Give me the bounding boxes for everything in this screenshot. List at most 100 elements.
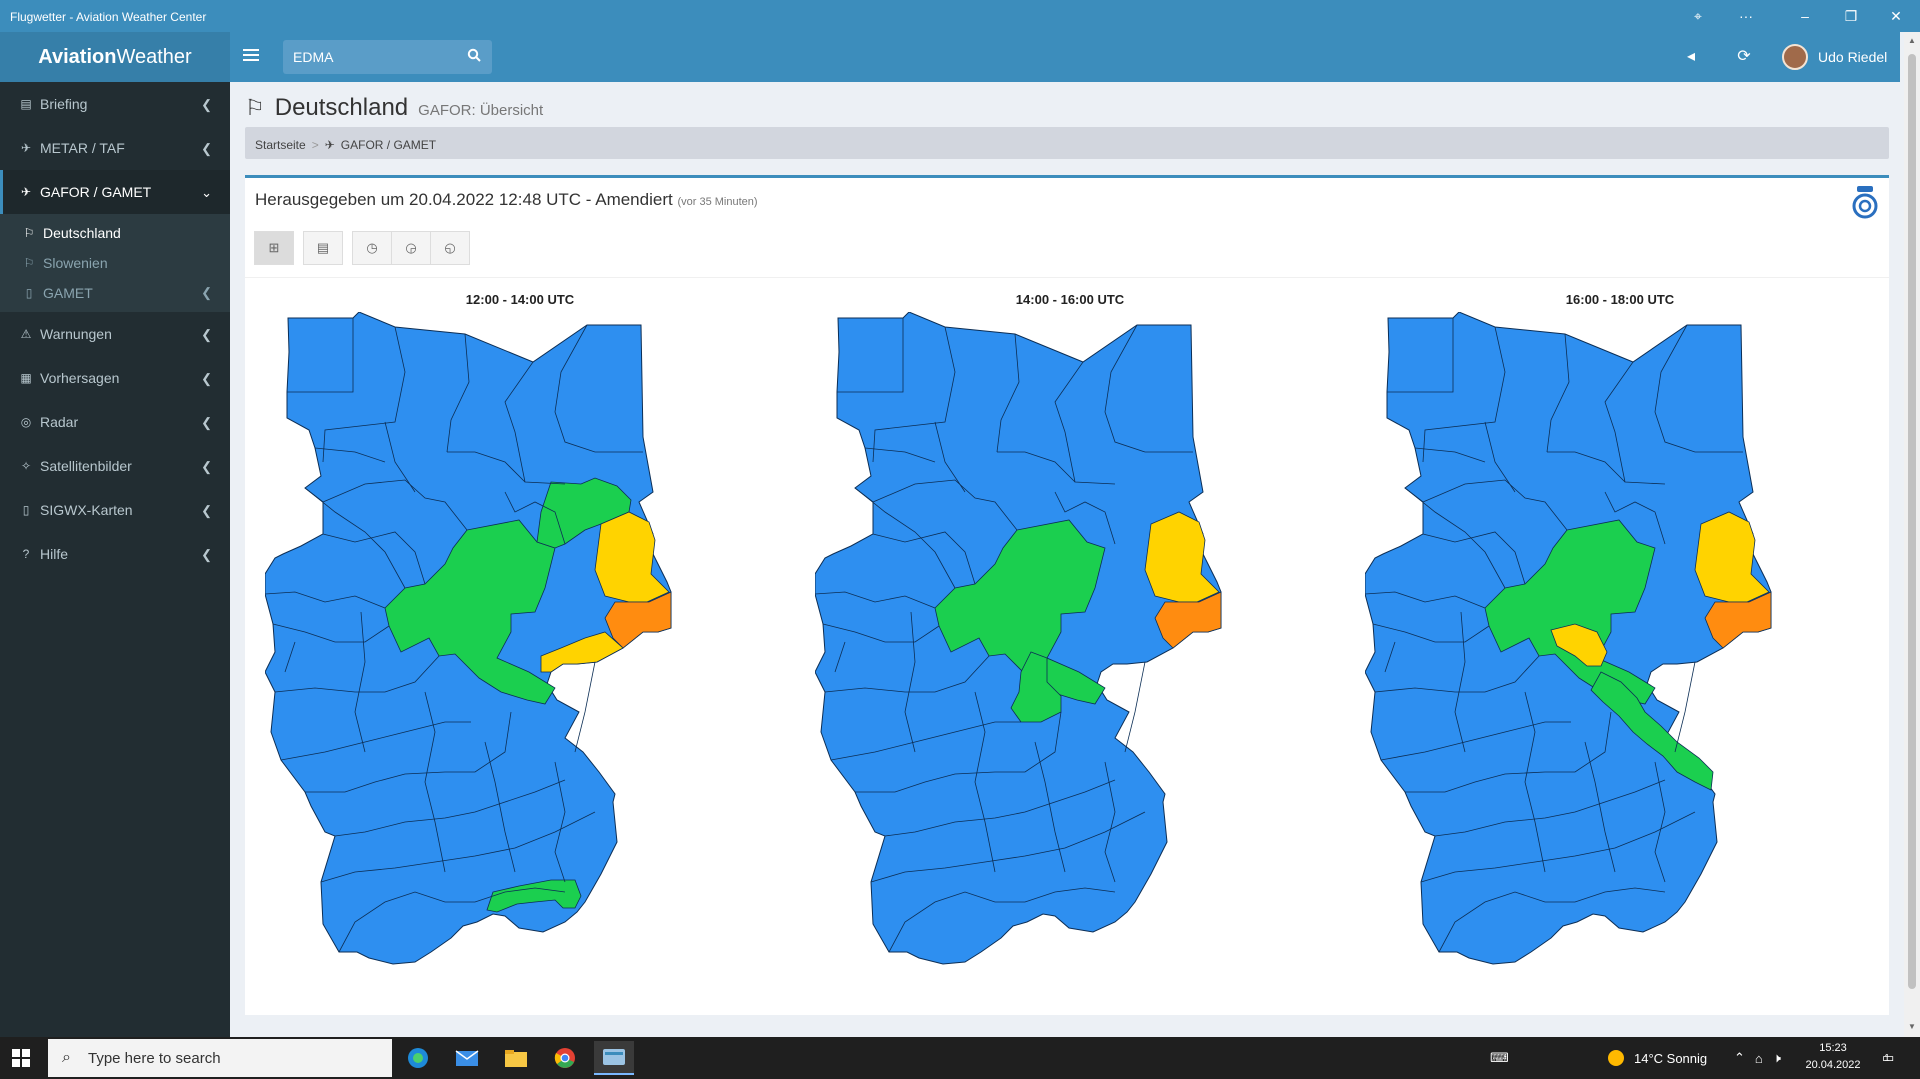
table-view-group: ▤ xyxy=(303,231,343,265)
sidebar-item-vorhersagen[interactable]: ▦ Vorhersagen ❮ xyxy=(0,356,230,400)
mail-icon[interactable] xyxy=(447,1041,487,1075)
calendar-icon: ▦ xyxy=(20,371,32,385)
plane-icon: ✈ xyxy=(20,141,32,155)
flugwetter-app-icon[interactable] xyxy=(594,1041,634,1075)
flag-icon: ⚐ xyxy=(23,226,35,240)
sidebar-item-label: Warnungen xyxy=(40,326,112,342)
taskbar-clock[interactable]: 15:23 20.04.2022 xyxy=(1790,1040,1876,1074)
edge-icon[interactable] xyxy=(398,1041,438,1075)
breadcrumb-separator: > xyxy=(311,138,319,152)
sun-icon xyxy=(1608,1050,1624,1066)
sidebar-subitem-deutschland[interactable]: ⚐ Deutschland xyxy=(0,218,230,248)
vertical-scrollbar[interactable]: ▲ ▼ xyxy=(1904,32,1920,1037)
sidebar-item-satellitenbilder[interactable]: ✧ Satellitenbilder ❮ xyxy=(0,444,230,488)
sidebar: ▤ Briefing ❮ ✈ METAR / TAF ❮ ✈ GAFOR / GAMET ⌄… xyxy=(0,82,230,1037)
page-title: Deutschland xyxy=(274,94,409,121)
divider xyxy=(245,277,1889,278)
search-icon[interactable] xyxy=(456,40,492,74)
breadcrumb-home[interactable]: Startseite xyxy=(255,138,306,152)
gafor-area-east[interactable] xyxy=(594,511,670,603)
sidebar-item-warnungen[interactable]: ⚠ Warnungen ❮ xyxy=(0,312,230,356)
sidebar-item-radar[interactable]: ◎ Radar ❮ xyxy=(0,400,230,444)
gafor-area-east[interactable] xyxy=(1144,511,1220,603)
gafor-region-border xyxy=(1674,661,1696,753)
gafor-map[interactable] xyxy=(265,312,775,1002)
gafor-panel-2: 14:00 - 16:00 UTC xyxy=(795,292,1345,1007)
flag-icon: ⚐ xyxy=(23,256,35,270)
map-icon: ▯ xyxy=(22,503,30,517)
issued-note: (vor 35 Minuten) xyxy=(677,196,758,208)
gafor-map[interactable] xyxy=(1365,312,1875,1002)
restore-button[interactable]: ❐ xyxy=(1836,6,1866,26)
grid-view-button[interactable]: ⊞ xyxy=(254,231,294,265)
sidebar-item-sigwx-karten[interactable]: ▯ SIGWX-Karten ❮ xyxy=(0,488,230,532)
clock-3-button[interactable]: ◵ xyxy=(430,231,470,265)
sidebar-subitem-gamet[interactable]: ▯ GAMET ❮ xyxy=(0,278,230,308)
location-icon[interactable]: ⌖ xyxy=(1683,6,1713,26)
weather-text: 14°C Sonnig xyxy=(1634,1050,1708,1066)
more-icon[interactable]: ··· xyxy=(1731,6,1761,26)
refresh-icon[interactable]: ⟳ xyxy=(1733,46,1755,68)
taskbar-search-placeholder: Type here to search xyxy=(88,1049,221,1067)
sidebar-item-label: METAR / TAF xyxy=(40,140,125,156)
panel-time: 14:00 - 16:00 UTC xyxy=(1015,292,1125,307)
top-navbar: AviationWeather ◂ ⟳ Udo Riedel xyxy=(0,32,1900,82)
sidebar-submenu: ⚐ Deutschland ⚐ Slowenien ▯ GAMET ❮ xyxy=(0,214,230,312)
briefcase-icon: ▤ xyxy=(20,97,32,111)
gafor-region-border xyxy=(574,661,596,753)
panel-time: 16:00 - 18:00 UTC xyxy=(1565,292,1675,307)
scrollbar-thumb[interactable] xyxy=(1908,54,1916,989)
dwd-logo-icon xyxy=(1852,186,1878,219)
user-name: Udo Riedel xyxy=(1818,49,1888,65)
time-group: ◷ ◶ ◵ xyxy=(352,231,470,265)
sidebar-item-hilfe[interactable]: ? Hilfe ❮ xyxy=(0,532,230,576)
search-input[interactable] xyxy=(283,40,453,74)
file-explorer-icon[interactable] xyxy=(496,1041,536,1075)
clock-2-button[interactable]: ◶ xyxy=(391,231,431,265)
volume-mute-icon[interactable]: 🕨 xyxy=(1773,1050,1781,1066)
chevron-left-icon: ❮ xyxy=(201,285,212,300)
satellite-icon: ✧ xyxy=(20,459,32,473)
keyboard-icon[interactable]: ⌨ xyxy=(1490,1037,1509,1079)
logo-bold: Aviation xyxy=(38,46,117,68)
minimize-button[interactable]: – xyxy=(1790,6,1820,26)
clock-1-button[interactable]: ◷ xyxy=(352,231,392,265)
notification-icon[interactable]: ▭ 1 xyxy=(1882,1037,1894,1079)
sidebar-item-metar-taf[interactable]: ✈ METAR / TAF ❮ xyxy=(0,126,230,170)
close-button[interactable]: ✕ xyxy=(1881,6,1911,26)
chrome-icon[interactable] xyxy=(545,1041,585,1075)
caret-left-icon[interactable]: ◂ xyxy=(1680,46,1702,68)
sidebar-subitem-label: Slowenien xyxy=(43,255,108,271)
panel-time: 12:00 - 14:00 UTC xyxy=(465,292,575,307)
sidebar-item-label: Satellitenbilder xyxy=(40,458,132,474)
view-toggle-group: ⊞ xyxy=(254,231,294,265)
search-box xyxy=(283,40,492,74)
table-view-button[interactable]: ▤ xyxy=(303,231,343,265)
weather-widget[interactable]: 14°C Sonnig xyxy=(1608,1037,1707,1079)
sidebar-toggle-icon[interactable] xyxy=(243,46,259,66)
help-icon: ? xyxy=(22,547,30,561)
network-icon[interactable]: ⌂ xyxy=(1755,1051,1763,1066)
windows-start-icon[interactable] xyxy=(12,1049,30,1067)
breadcrumb: Startseite > ✈ GAFOR / GAMET xyxy=(245,127,1889,159)
user-menu[interactable]: Udo Riedel xyxy=(1782,43,1887,71)
chevron-up-icon[interactable]: ⌃ xyxy=(1734,1050,1745,1066)
search-icon: ⌕ xyxy=(62,1049,71,1066)
sidebar-subitem-slowenien[interactable]: ⚐ Slowenien xyxy=(0,248,230,278)
sidebar-item-gafor-gamet[interactable]: ✈ GAFOR / GAMET ⌄ xyxy=(0,170,230,214)
chevron-left-icon: ❮ xyxy=(201,415,212,430)
scroll-up-icon[interactable]: ▲ xyxy=(1904,36,1920,50)
gafor-panel-1: 12:00 - 14:00 UTC xyxy=(245,292,795,1007)
window-title: Flugwetter - Aviation Weather Center xyxy=(10,10,207,24)
sidebar-item-label: SIGWX-Karten xyxy=(40,502,133,518)
app-logo[interactable]: AviationWeather xyxy=(0,32,230,82)
sidebar-item-label: GAFOR / GAMET xyxy=(40,184,152,200)
taskbar-search[interactable]: ⌕ Type here to search xyxy=(48,1039,392,1077)
gafor-area-east[interactable] xyxy=(1694,511,1770,603)
gafor-map[interactable] xyxy=(815,312,1325,1002)
clock-date: 20.04.2022 xyxy=(1805,1059,1861,1071)
scroll-down-icon[interactable]: ▼ xyxy=(1904,1022,1920,1036)
system-tray: ⌃ ⌂ 🕨 xyxy=(1734,1037,1781,1079)
sidebar-item-briefing[interactable]: ▤ Briefing ❮ xyxy=(0,82,230,126)
chevron-left-icon: ❮ xyxy=(201,503,212,518)
